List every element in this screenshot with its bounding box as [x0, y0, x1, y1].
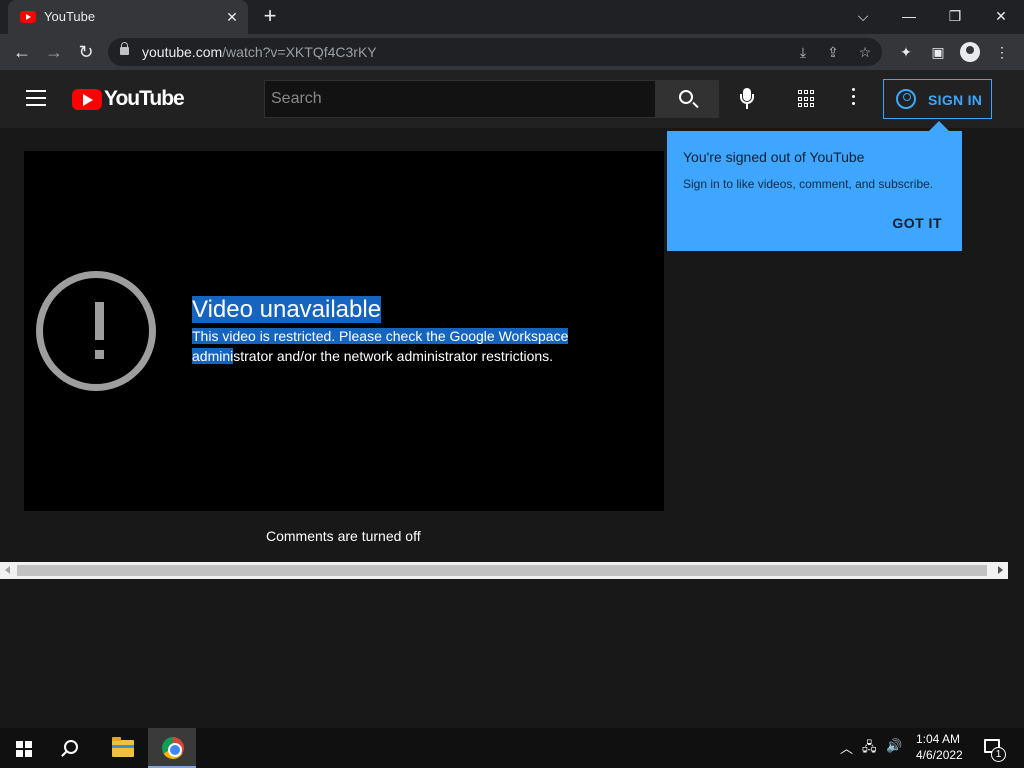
account-circle-icon: [896, 89, 916, 109]
error-message: This video is restricted. Please check t…: [192, 326, 612, 366]
close-window-button[interactable]: ✕: [978, 0, 1024, 34]
side-panel-icon[interactable]: ▣: [926, 40, 950, 64]
tooltip-body: Sign in to like videos, comment, and sub…: [683, 177, 934, 191]
youtube-favicon-icon: [20, 11, 36, 23]
tooltip-title: You're signed out of YouTube: [683, 149, 865, 165]
tray-chevron-icon[interactable]: ︿: [840, 738, 853, 757]
search-icon: [679, 90, 693, 104]
youtube-header: YouTube SIGN IN: [0, 70, 1024, 128]
scroll-right-icon[interactable]: [991, 562, 1008, 579]
voice-search-button[interactable]: [732, 84, 762, 114]
extensions-icon[interactable]: ✦: [894, 40, 918, 64]
search-button[interactable]: [655, 80, 719, 118]
screen: YouTube ✕ + ⌵ — ❐ ✕ ← → ↻ youtube.com/wa…: [0, 0, 1024, 768]
hamburger-menu-icon[interactable]: [26, 90, 46, 106]
sign-in-label: SIGN IN: [928, 92, 983, 108]
tab-title: YouTube: [44, 9, 96, 24]
url-text[interactable]: youtube.com/watch?v=XKTQf4C3rKY: [142, 44, 377, 60]
clock-date[interactable]: 4/6/2022: [916, 748, 963, 762]
alert-icon: [36, 271, 156, 391]
notification-count-badge: 1: [991, 747, 1006, 762]
sign-in-button[interactable]: SIGN IN: [883, 79, 992, 119]
star-icon[interactable]: ☆: [854, 42, 876, 62]
menu-icon[interactable]: ⋮: [990, 40, 1014, 64]
video-player[interactable]: Video unavailable This video is restrict…: [24, 151, 664, 511]
signed-out-tooltip: You're signed out of YouTube Sign in to …: [667, 121, 962, 251]
chrome-icon[interactable]: [162, 737, 184, 759]
network-icon[interactable]: 🖧: [862, 738, 877, 760]
scroll-left-icon[interactable]: [0, 562, 17, 579]
horizontal-scrollbar[interactable]: [0, 562, 1008, 579]
windows-start-icon[interactable]: [16, 741, 32, 757]
clock-time[interactable]: 1:04 AM: [916, 732, 960, 746]
url-host: youtube.com: [142, 44, 223, 60]
tab-youtube[interactable]: YouTube ✕: [8, 0, 248, 34]
url-path: /watch?v=XKTQf4C3rKY: [222, 44, 377, 60]
settings-menu-icon[interactable]: [852, 88, 856, 110]
windows-taskbar: ︿ 🖧 🔊 1:04 AM 4/6/2022 1: [0, 728, 1024, 768]
error-message-rest: strator and/or the network administrator…: [233, 348, 554, 364]
restore-button[interactable]: ❐: [932, 0, 978, 34]
taskbar-search-icon[interactable]: [64, 740, 78, 754]
reload-button[interactable]: ↻: [72, 38, 100, 66]
error-title: Video unavailable: [192, 296, 382, 323]
youtube-logo-icon[interactable]: [72, 89, 102, 110]
address-bar[interactable]: youtube.com/watch?v=XKTQf4C3rKY ⤓ ⇪ ☆: [108, 38, 882, 66]
apps-grid-icon[interactable]: [798, 90, 816, 108]
forward-button[interactable]: →: [40, 38, 68, 66]
tab-search-icon[interactable]: ⌵: [840, 0, 886, 34]
minimize-button[interactable]: —: [886, 0, 932, 34]
browser-toolbar: ← → ↻ youtube.com/watch?v=XKTQf4C3rKY ⤓ …: [0, 34, 1024, 70]
share-icon[interactable]: ⇪: [822, 42, 844, 62]
comments-status: Comments are turned off: [266, 528, 421, 544]
page-background: [0, 579, 1024, 728]
file-explorer-icon[interactable]: [112, 737, 134, 757]
volume-icon[interactable]: 🔊: [886, 738, 902, 754]
profile-icon[interactable]: [960, 42, 980, 62]
install-icon[interactable]: ⤓: [792, 42, 814, 62]
got-it-button[interactable]: GOT IT: [892, 215, 942, 231]
back-button[interactable]: ←: [8, 38, 36, 66]
search-input[interactable]: [265, 81, 656, 117]
tab-strip: YouTube ✕ + ⌵ — ❐ ✕: [0, 0, 1024, 34]
scrollbar-thumb[interactable]: [17, 565, 987, 576]
search-box: [264, 80, 656, 118]
close-tab-icon[interactable]: ✕: [222, 7, 242, 27]
youtube-wordmark[interactable]: YouTube: [104, 87, 185, 111]
lock-icon[interactable]: [120, 42, 129, 55]
new-tab-button[interactable]: +: [258, 5, 282, 29]
